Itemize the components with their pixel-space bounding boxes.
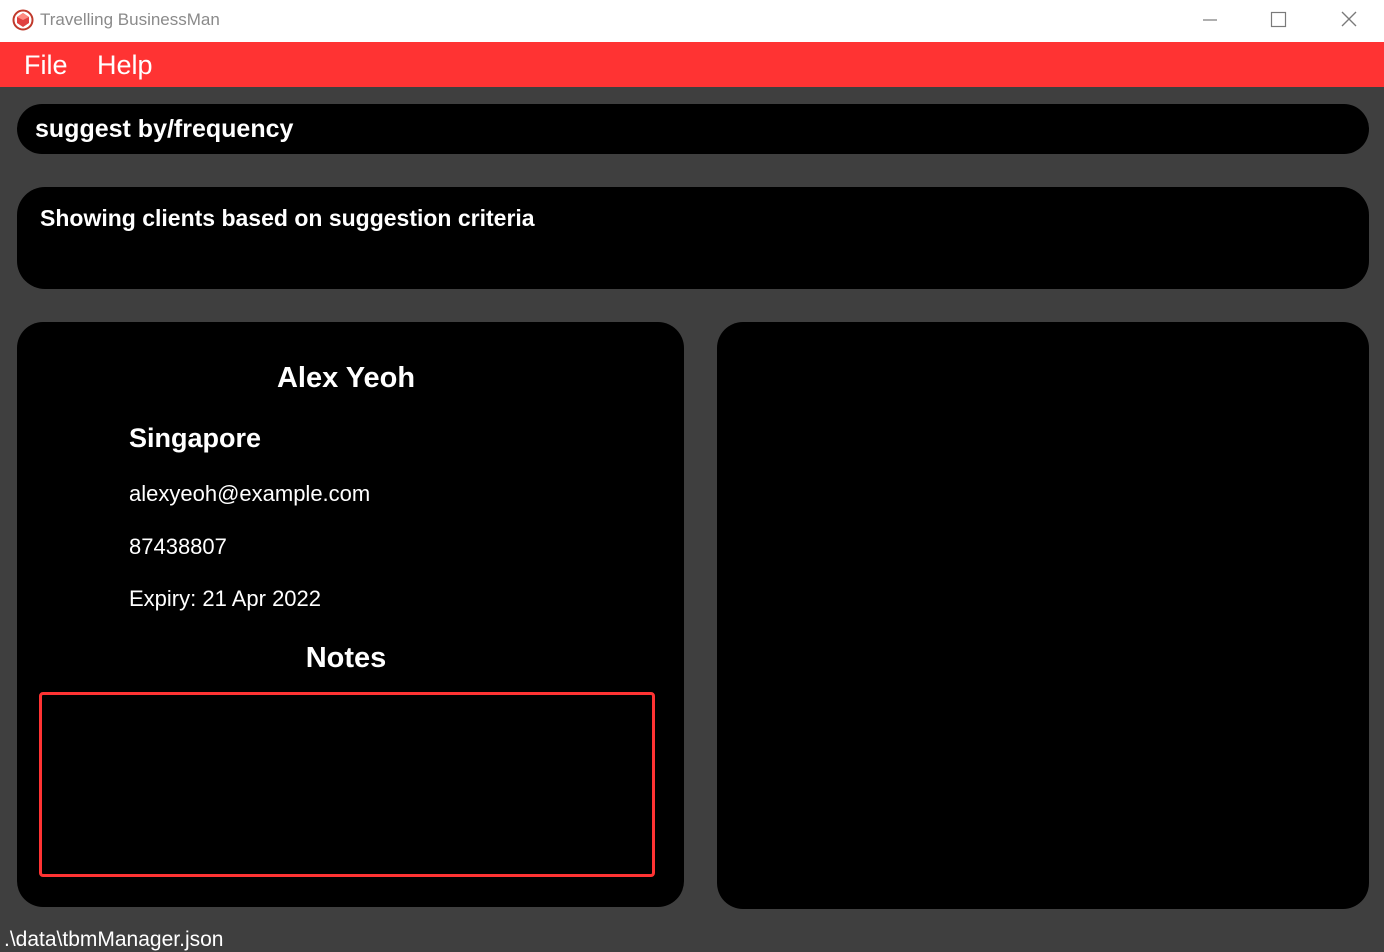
client-phone: 87438807: [129, 534, 227, 559]
minimize-button[interactable]: [1187, 0, 1233, 40]
window-title: Travelling BusinessMan: [40, 10, 220, 29]
client-name: Alex Yeoh: [276, 362, 416, 394]
app-logo-icon: [12, 9, 34, 31]
maximize-button[interactable]: [1255, 0, 1301, 40]
menu-file[interactable]: File: [24, 50, 68, 81]
result-display: Showing clients based on suggestion crit…: [17, 187, 1369, 289]
client-location: Singapore: [129, 423, 262, 453]
command-input[interactable]: [35, 104, 1345, 154]
menu-bar: File Help: [0, 42, 1384, 87]
notes-area[interactable]: [39, 692, 655, 877]
result-message: Showing clients based on suggestion crit…: [40, 205, 535, 231]
client-card[interactable]: Alex Yeoh Singapore alexyeoh@example.com…: [17, 322, 684, 907]
command-box: [17, 104, 1369, 154]
detail-panel: [717, 322, 1369, 909]
menu-help[interactable]: Help: [97, 50, 153, 81]
title-bar: Travelling BusinessMan: [0, 0, 1384, 42]
client-email: alexyeoh@example.com: [129, 481, 371, 506]
client-expiry: Expiry: 21 Apr 2022: [129, 586, 322, 611]
notes-heading: Notes: [305, 642, 387, 674]
status-bar-file-path: .\data\tbmManager.json: [4, 928, 224, 951]
close-button[interactable]: [1326, 0, 1372, 40]
